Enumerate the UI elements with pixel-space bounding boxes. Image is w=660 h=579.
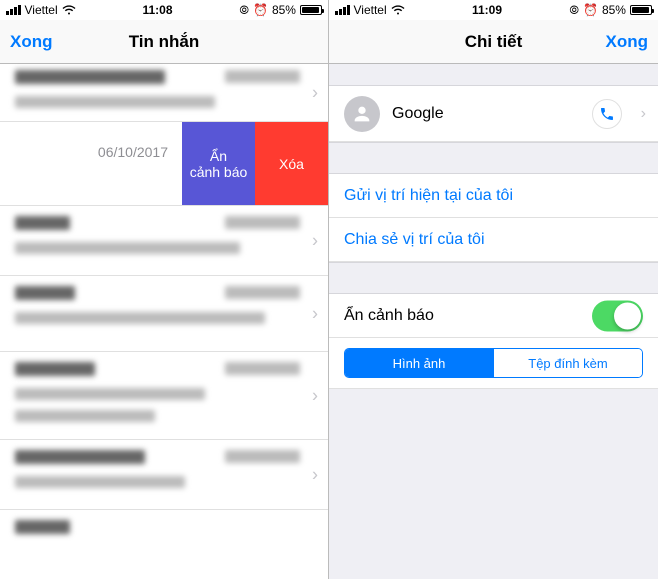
signal-icon <box>6 5 21 15</box>
share-location-cell[interactable]: Chia sẻ vị trí của tôi <box>329 218 658 262</box>
message-row[interactable]: › <box>0 276 328 352</box>
phone-icon <box>599 106 615 122</box>
message-row[interactable]: › <box>0 206 328 276</box>
hide-alerts-toggle[interactable] <box>592 300 643 331</box>
nav-title: Chi tiết <box>465 32 523 52</box>
done-button[interactable]: Xong <box>0 20 63 63</box>
nav-title: Tin nhắn <box>129 32 200 52</box>
wifi-icon <box>62 5 76 15</box>
contact-cell[interactable]: Google › <box>329 86 658 142</box>
call-button[interactable] <box>592 99 622 129</box>
message-row[interactable]: › <box>0 440 328 510</box>
lock-icon: ⦾ <box>569 3 579 18</box>
message-sender: Google <box>0 168 168 184</box>
right-screen: Viettel 11:09 ⦾ ⏰ 85% Chi tiết Xong Goog… <box>329 0 658 579</box>
message-row[interactable]: › <box>0 352 328 440</box>
delete-swipe-button[interactable]: Xóa <box>255 122 328 205</box>
send-location-cell[interactable]: Gửi vị trí hiện tại của tôi <box>329 174 658 218</box>
section-separator <box>329 262 658 294</box>
done-button[interactable]: Xong <box>596 20 659 63</box>
chevron-right-icon: › <box>312 385 318 406</box>
status-time: 11:08 <box>143 3 173 17</box>
chevron-right-icon: › <box>312 230 318 251</box>
hide-alerts-cell[interactable]: Ẩn cảnh báo <box>329 294 658 338</box>
message-row[interactable] <box>0 510 328 560</box>
message-row[interactable]: › <box>0 64 328 122</box>
status-time: 11:09 <box>472 3 502 17</box>
send-location-label: Gửi vị trí hiện tại của tôi <box>344 187 513 205</box>
content-area <box>329 389 658 579</box>
hide-alerts-swipe-button[interactable]: Ẩn cảnh báo <box>182 122 255 205</box>
left-screen: Viettel 11:08 ⦾ ⏰ 85% Xong Tin nhắn › 06… <box>0 0 329 579</box>
section-separator <box>329 142 658 174</box>
battery-icon <box>300 5 322 15</box>
carrier-label: Viettel <box>25 3 58 17</box>
messages-list[interactable]: › 06/10/2017 Google Ẩn cảnh báo Xóa › › <box>0 64 328 560</box>
lock-icon: ⦾ <box>239 3 249 18</box>
battery-percent: 85% <box>602 3 626 17</box>
carrier-label: Viettel <box>354 3 387 17</box>
contact-name: Google <box>392 105 444 123</box>
status-bar: Viettel 11:09 ⦾ ⏰ 85% <box>329 0 658 20</box>
battery-percent: 85% <box>272 3 296 17</box>
nav-bar: Chi tiết Xong <box>329 20 658 64</box>
alarm-icon: ⏰ <box>583 3 598 17</box>
chevron-right-icon: › <box>312 303 318 324</box>
chevron-right-icon: › <box>641 105 646 123</box>
segment-images[interactable]: Hình ảnh <box>345 349 493 377</box>
battery-icon <box>630 5 652 15</box>
signal-icon <box>335 5 350 15</box>
message-row-swiped[interactable]: 06/10/2017 Google Ẩn cảnh báo Xóa <box>0 122 328 206</box>
segment-attachments[interactable]: Tệp đính kèm <box>493 349 642 377</box>
wifi-icon <box>391 5 405 15</box>
alarm-icon: ⏰ <box>253 3 268 17</box>
share-location-label: Chia sẻ vị trí của tôi <box>344 231 485 249</box>
segmented-control-wrap: Hình ảnh Tệp đính kèm <box>329 338 658 389</box>
nav-bar: Xong Tin nhắn <box>0 20 328 64</box>
chevron-right-icon: › <box>312 82 318 103</box>
section-separator <box>329 64 658 86</box>
avatar-icon <box>344 96 380 132</box>
message-date: 06/10/2017 <box>0 144 168 160</box>
chevron-right-icon: › <box>312 464 318 485</box>
segmented-control[interactable]: Hình ảnh Tệp đính kèm <box>344 348 643 378</box>
hide-alerts-label: Ẩn cảnh báo <box>344 307 434 325</box>
status-bar: Viettel 11:08 ⦾ ⏰ 85% <box>0 0 328 20</box>
